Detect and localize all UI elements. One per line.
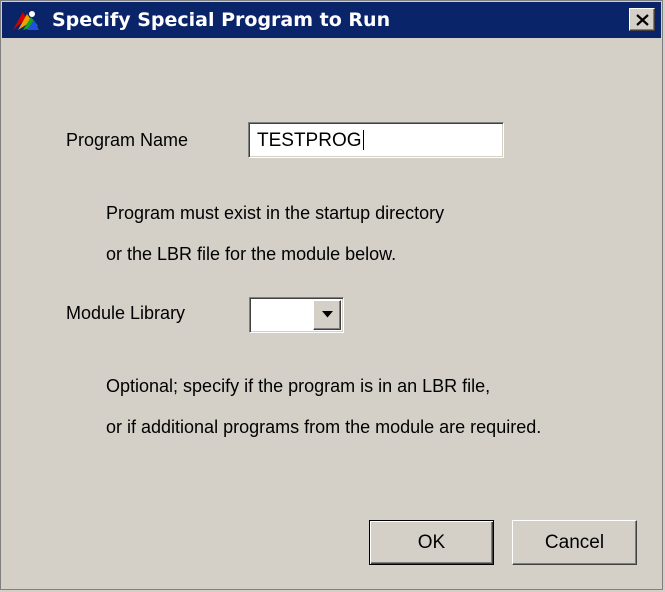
module-library-dropdown-button[interactable]	[313, 300, 341, 330]
ok-button[interactable]: OK	[369, 520, 494, 565]
cancel-button[interactable]: Cancel	[512, 520, 637, 565]
title-bar[interactable]: Specify Special Program to Run	[2, 2, 661, 38]
program-help-line-2: or the LBR file for the module below.	[106, 244, 397, 264]
text-caret	[362, 130, 364, 150]
program-name-label: Program Name	[66, 130, 189, 150]
close-icon	[636, 14, 649, 26]
app-icon	[10, 8, 40, 32]
program-help-line-1: Program must exist in the startup direct…	[106, 203, 445, 223]
dialog-window: Specify Special Program to Run Program N…	[0, 0, 663, 590]
module-help-line-2: or if additional programs from the modul…	[106, 417, 542, 437]
module-help-line-1: Optional; specify if the program is in a…	[106, 376, 491, 396]
close-button[interactable]	[629, 8, 655, 31]
module-library-select[interactable]	[249, 297, 344, 333]
window-title: Specify Special Program to Run	[52, 9, 391, 31]
program-name-input[interactable]: TESTPROG	[248, 122, 504, 158]
module-library-label: Module Library	[66, 303, 186, 323]
chevron-down-icon	[322, 311, 333, 318]
program-name-value: TESTPROG	[257, 130, 362, 151]
